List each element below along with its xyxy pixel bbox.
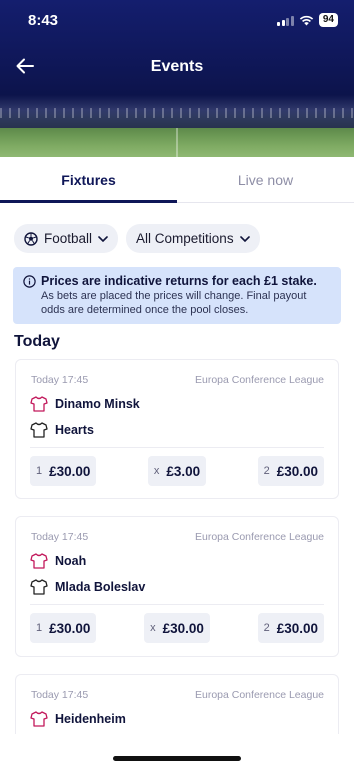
sport-filter-label: Football (44, 231, 93, 246)
odds-home-button[interactable]: 1 £30.00 (30, 613, 97, 643)
shirt-icon (30, 422, 48, 438)
filter-bar: Football All Competitions (14, 224, 260, 253)
event-meta: Today 17:45 Europa Conference League (31, 689, 324, 701)
odds-price: £30.00 (162, 620, 204, 636)
wifi-icon (299, 15, 314, 25)
odds-key: x (153, 465, 160, 477)
signal-icon (277, 15, 294, 26)
shirt-icon (30, 711, 48, 727)
battery-indicator: 94 (318, 13, 338, 27)
section-title-today: Today (14, 333, 60, 350)
odds-price: £3.00 (166, 463, 201, 479)
away-team-name: Hearts (55, 423, 94, 437)
away-team-name: Mlada Boleslav (55, 580, 146, 594)
sport-filter[interactable]: Football (14, 224, 119, 253)
odds-draw-button[interactable]: x £30.00 (144, 613, 210, 643)
odds-price: £30.00 (49, 620, 91, 636)
pitch-line (176, 128, 178, 157)
odds-away-button[interactable]: 2 £30.00 (257, 456, 324, 486)
event-competition: Europa Conference League (194, 689, 324, 701)
card-divider (30, 604, 324, 605)
event-card[interactable]: Today 17:45 Europa Conference League Din… (15, 359, 339, 499)
price-notice: Prices are indicative returns for each £… (13, 267, 341, 324)
stadium-lights (0, 108, 354, 118)
tab-bar: Fixtures Live now (0, 157, 354, 203)
odds-away-button[interactable]: 2 £30.00 (257, 613, 324, 643)
home-team: Heidenheim (30, 711, 126, 727)
page-title: Events (150, 58, 204, 75)
notice-title: Prices are indicative returns for each £… (41, 274, 317, 288)
event-time: Today 17:45 (31, 689, 89, 701)
info-icon (23, 275, 36, 288)
shirt-icon (30, 553, 48, 569)
notice-body: As bets are placed the prices will chang… (41, 290, 307, 316)
event-card[interactable]: Today 17:45 Europa Conference League Noa… (15, 516, 339, 657)
odds-draw-button[interactable]: x £3.00 (147, 456, 207, 486)
odds-price: £30.00 (276, 463, 318, 479)
away-team: Hearts (30, 422, 94, 438)
status-bar: 8:43 94 (0, 0, 354, 44)
event-meta: Today 17:45 Europa Conference League (31, 531, 324, 543)
away-team: Mlada Boleslav (30, 579, 145, 595)
odds-key: 1 (36, 622, 43, 634)
odds-price: £30.00 (276, 620, 318, 636)
odds-key: 1 (36, 465, 43, 477)
event-meta: Today 17:45 Europa Conference League (31, 374, 324, 386)
event-card[interactable]: Today 17:45 Europa Conference League Hei… (15, 674, 339, 734)
football-icon (24, 231, 38, 246)
event-time: Today 17:45 (31, 374, 89, 386)
event-time: Today 17:45 (31, 531, 89, 543)
odds-key: 2 (263, 465, 270, 477)
card-divider (30, 447, 324, 448)
chevron-down-icon (98, 235, 108, 242)
competition-filter[interactable]: All Competitions (126, 224, 260, 253)
competition-filter-label: All Competitions (136, 231, 234, 246)
chevron-down-icon (239, 235, 250, 242)
shirt-icon (30, 579, 48, 595)
event-competition: Europa Conference League (194, 374, 324, 386)
odds-row: 1 £30.00 x £3.00 2 £30.00 (30, 456, 324, 486)
odds-key: x (150, 622, 156, 634)
home-indicator (113, 756, 241, 761)
home-team: Noah (30, 553, 86, 569)
odds-row: 1 £30.00 x £30.00 2 £30.00 (30, 613, 324, 643)
status-time: 8:43 (28, 12, 59, 29)
odds-home-button[interactable]: 1 £30.00 (30, 456, 97, 486)
home-team-name: Noah (55, 554, 87, 568)
status-icons: 94 (277, 13, 338, 27)
event-competition: Europa Conference League (194, 531, 324, 543)
odds-price: £30.00 (49, 463, 91, 479)
tab-fixtures[interactable]: Fixtures (0, 157, 177, 203)
home-team-name: Heidenheim (55, 712, 126, 726)
odds-key: 2 (263, 622, 270, 634)
home-team: Dinamo Minsk (30, 396, 140, 412)
home-team-name: Dinamo Minsk (55, 397, 140, 411)
shirt-icon (30, 396, 48, 412)
tab-live-now[interactable]: Live now (177, 157, 354, 202)
